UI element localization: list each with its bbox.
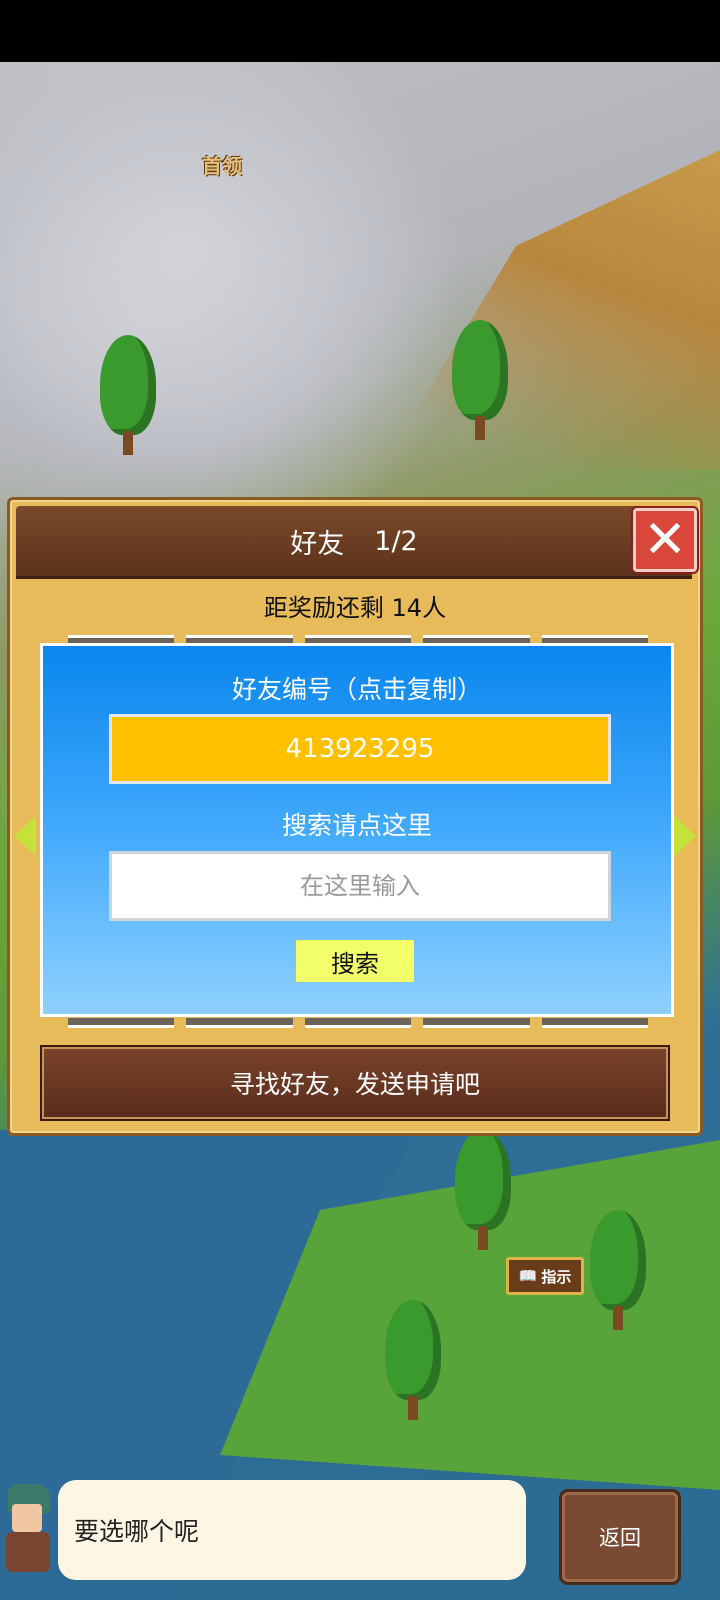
- tree-icon: [452, 320, 508, 440]
- hint-sign-label: 指示: [541, 1267, 572, 1286]
- dialog-page-indicator: 1/2: [374, 525, 418, 557]
- dialog-header: 好友 1/2: [16, 506, 692, 579]
- prev-page-arrow-icon[interactable]: [14, 816, 36, 856]
- friends-dialog: 好友 1/2 ✕ 距奖励还剩 14人 好友编号（点击复制） 413923295 …: [7, 497, 703, 1136]
- fog-of-war: [0, 62, 460, 482]
- friend-slot[interactable]: [423, 1018, 530, 1028]
- boss-label[interactable]: 首领: [202, 150, 242, 179]
- advisor-avatar: [0, 1478, 60, 1580]
- dialog-title: 好友 1/2: [16, 506, 692, 576]
- reward-remaining-text: 距奖励还剩 14人: [263, 593, 447, 622]
- hint-sign[interactable]: 📖 指示: [506, 1257, 584, 1295]
- tree-icon: [590, 1210, 646, 1330]
- friend-id-copy-box[interactable]: 413923295: [109, 714, 611, 784]
- status-bar: [0, 0, 720, 62]
- advisor-message: 要选哪个呢: [58, 1480, 526, 1580]
- tree-icon: [455, 1130, 511, 1250]
- search-button[interactable]: 搜索: [296, 940, 414, 982]
- back-button[interactable]: 返回: [562, 1492, 678, 1582]
- friend-slots-bottom: [68, 1018, 649, 1028]
- search-label: 搜索请点这里: [281, 811, 432, 840]
- next-page-arrow-icon[interactable]: [674, 816, 696, 856]
- friend-slot[interactable]: [304, 1018, 412, 1028]
- friend-slot[interactable]: [68, 1018, 175, 1028]
- friend-id-label: 好友编号（点击复制）: [231, 675, 482, 704]
- find-friends-banner: 寻找好友，发送申请吧: [40, 1045, 670, 1121]
- friend-slot[interactable]: [186, 1018, 293, 1028]
- friend-search-input[interactable]: [109, 851, 611, 921]
- close-x-icon: ✕: [643, 510, 687, 570]
- dialog-title-text: 好友: [290, 528, 345, 560]
- book-icon: 📖: [518, 1267, 538, 1285]
- tree-icon: [385, 1300, 441, 1420]
- close-button[interactable]: ✕: [633, 508, 697, 572]
- friend-slot[interactable]: [541, 1018, 649, 1028]
- friend-id-panel: 好友编号（点击复制） 413923295 搜索请点这里 搜索: [40, 643, 674, 1017]
- tree-icon: [100, 335, 156, 455]
